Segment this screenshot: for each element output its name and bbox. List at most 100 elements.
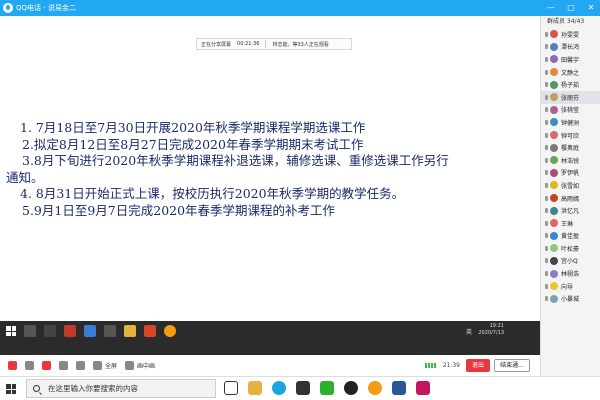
slide-line-1: 1. 7月18日至7月30日开展2020年秋季学期课程学期选课工作 <box>20 120 366 135</box>
member-item[interactable]: 向导 <box>541 280 600 293</box>
member-item[interactable]: 潭长鸿 <box>541 41 600 54</box>
member-name: 王琳 <box>561 220 574 228</box>
mic-icon <box>545 69 548 75</box>
shared-clock: 19:21 2020/7/13 <box>478 323 504 337</box>
window-title: QQ电话 - 说易金二 <box>16 4 76 12</box>
exit-button[interactable]: 退出 <box>466 359 490 372</box>
member-item[interactable]: 杨子茹 <box>541 78 600 91</box>
taskbar-search-box[interactable]: 在这里输入你要搜索的内容 <box>26 379 216 398</box>
gallery-button[interactable]: 画中画 <box>125 361 155 370</box>
fullscreen-button[interactable]: 全屏 <box>93 361 117 370</box>
call-time: 21:39 <box>442 362 460 369</box>
mic-icon <box>545 245 548 251</box>
windows-start-icon[interactable] <box>6 384 16 394</box>
member-item[interactable]: 林栩浩 <box>541 267 600 280</box>
mic-icon <box>545 44 548 50</box>
member-item[interactable]: 罗伊帆 <box>541 167 600 180</box>
mic-icon <box>545 195 548 201</box>
avatar <box>550 118 558 127</box>
member-item[interactable]: 黄佳盈 <box>541 230 600 243</box>
maximize-icon[interactable]: □ <box>566 3 576 12</box>
member-item[interactable]: 林浩锐 <box>541 154 600 167</box>
qq-icon[interactable] <box>344 381 358 395</box>
meeting-control-bar: 全屏 画中画 21:39 退出 结束通... <box>0 355 540 376</box>
member-item[interactable]: 张桃莹 <box>541 104 600 117</box>
input-language: 英 <box>465 329 472 336</box>
more-button[interactable] <box>76 361 85 370</box>
member-count: 群成员 34/43 <box>547 18 585 25</box>
avatar <box>550 269 558 278</box>
mic-icon <box>545 208 548 214</box>
member-name: 张桃莹 <box>561 107 580 115</box>
task-view-icon[interactable] <box>224 381 238 395</box>
mic-icon <box>545 157 548 163</box>
shared-date: 2020/7/13 <box>478 330 504 336</box>
search-icon <box>33 385 40 392</box>
browser-icon[interactable] <box>272 381 286 395</box>
member-item[interactable]: 樱奥庭 <box>541 141 600 154</box>
powerpoint-icon <box>144 325 156 337</box>
avatar <box>550 80 558 89</box>
file-explorer-icon[interactable] <box>248 381 262 395</box>
member-item[interactable]: 王琳 <box>541 217 600 230</box>
member-item[interactable]: 张丽芬 <box>541 90 600 104</box>
divider <box>265 40 267 48</box>
camera-icon <box>42 361 51 370</box>
mic-icon <box>545 119 548 125</box>
avatar <box>550 42 558 51</box>
mic-icon <box>8 361 17 370</box>
app-icon <box>64 325 76 337</box>
member-name: 罗伊帆 <box>561 170 580 178</box>
member-item[interactable]: 宫小Q <box>541 255 600 268</box>
wechat-icon[interactable] <box>320 381 334 395</box>
share-viewers-text: 林志能、等33人正在观看 <box>272 41 329 48</box>
gallery-icon <box>125 361 135 370</box>
member-item[interactable]: 钟可欣 <box>541 129 600 142</box>
member-item[interactable]: 张雪如 <box>541 179 600 192</box>
speaker-button[interactable] <box>25 361 34 370</box>
member-item[interactable]: 孙雯雯 <box>541 28 600 41</box>
member-item[interactable]: 叶松豪 <box>541 242 600 255</box>
file-explorer-icon <box>124 325 136 337</box>
avatar <box>550 244 558 253</box>
avatar <box>550 131 558 140</box>
shared-screen: 正在分享屏幕 00:21:36 林志能、等33人正在观看 1. 7月18日至7月… <box>0 16 540 355</box>
mic-icon <box>545 31 548 37</box>
mic-icon <box>545 107 548 113</box>
end-call-button[interactable]: 结束通... <box>494 359 530 372</box>
word-icon[interactable] <box>392 381 406 395</box>
member-name: 叶松豪 <box>561 245 580 253</box>
window-controls: — □ ✕ <box>546 3 596 12</box>
share-status-text: 正在分享屏幕 <box>201 41 232 48</box>
screen-share-button[interactable] <box>59 361 68 370</box>
member-name: 张雪如 <box>561 182 580 190</box>
app-icon[interactable] <box>416 381 430 395</box>
search-icon <box>24 325 36 337</box>
camera-button[interactable] <box>42 361 51 370</box>
member-name: 张丽芬 <box>561 94 580 102</box>
avatar <box>550 206 558 215</box>
close-icon[interactable]: ✕ <box>586 3 596 12</box>
member-name: 樱奥庭 <box>561 145 580 153</box>
app-icon[interactable] <box>296 381 310 395</box>
avatar <box>550 231 558 240</box>
member-name: 孙雯雯 <box>561 31 580 39</box>
taskbar-apps <box>224 381 430 395</box>
member-item[interactable]: 钟健洲 <box>541 116 600 129</box>
gallery-label: 画中画 <box>137 363 156 370</box>
fullscreen-label: 全屏 <box>105 363 118 370</box>
member-item[interactable]: 小暴城 <box>541 292 600 305</box>
mic-icon <box>545 283 548 289</box>
member-item[interactable]: 文静之 <box>541 66 600 79</box>
mic-button[interactable] <box>8 361 17 370</box>
avatar <box>550 282 558 291</box>
member-item[interactable]: 高雨嫣 <box>541 192 600 205</box>
member-item[interactable]: 洪忆凡 <box>541 204 600 217</box>
app-circle-icon[interactable] <box>368 381 382 395</box>
avatar <box>550 168 558 177</box>
avatar <box>550 93 558 102</box>
member-list-panel: 群成员 34/43 孙雯雯潭长鸿 田馨宇 文静之 杨子茹张丽芬张桃莹 钟健洲 钟可欣樱奥庭… <box>540 16 600 376</box>
mic-icon <box>545 145 548 151</box>
minimize-icon[interactable]: — <box>546 3 556 12</box>
member-item[interactable]: 田馨宇 <box>541 53 600 66</box>
